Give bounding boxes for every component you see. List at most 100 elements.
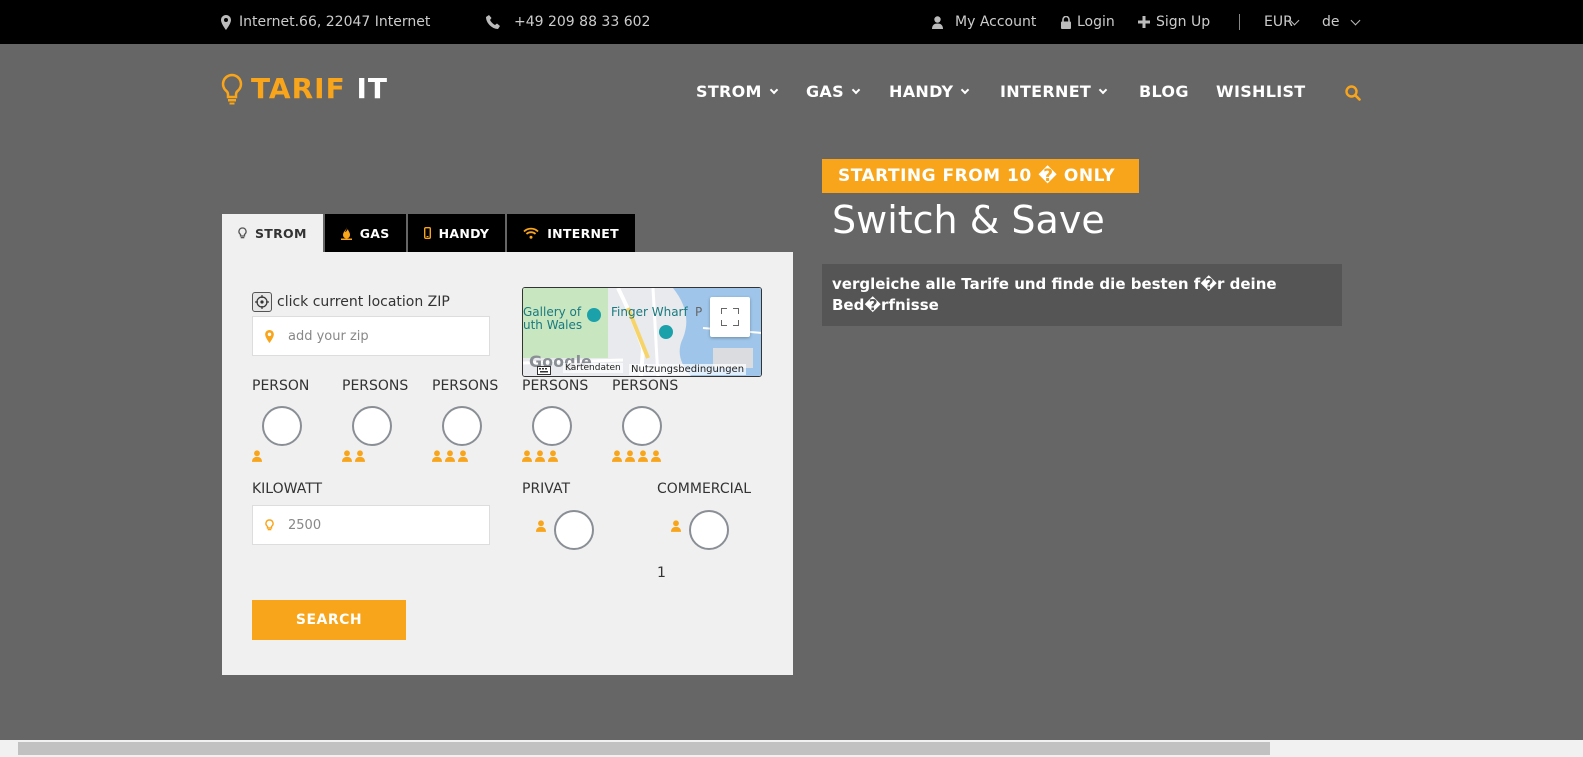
lock-icon [1061,15,1071,29]
map-label-gallery: Gallery of [523,305,582,319]
tab-strom[interactable]: STROM [222,214,323,252]
tab-handy[interactable]: HANDY [407,214,506,252]
scrollbar-thumb[interactable] [18,742,1270,755]
sign-up-link[interactable]: Sign Up [1138,14,1210,30]
currency-value: EUR [1264,14,1293,30]
hero-description-text: vergleiche alle Tarife und finde die bes… [832,275,1277,314]
user-icon [458,450,468,462]
search-icon[interactable] [1345,85,1361,101]
tab-handy-label: HANDY [438,225,490,241]
hero-description: vergleiche alle Tarife und finde die bes… [822,264,1342,326]
nav-wishlist-label: WISHLIST [1216,82,1306,101]
people-icons-4 [522,450,558,462]
phone-info: +49 209 88 33 602 [486,14,650,30]
map-label-p: P [695,305,703,319]
tab-gas-label: GAS [359,225,390,241]
flame-icon [340,226,352,240]
nav-gas-label: GAS [806,82,844,101]
nav-wishlist[interactable]: WISHLIST [1216,82,1306,101]
keyboard-icon [537,366,551,375]
nav-strom-label: STROM [696,82,762,101]
chevron-down-icon [1350,15,1360,25]
user-icon [548,450,558,462]
people-icons-2 [342,450,365,462]
login-link[interactable]: Login [1061,14,1115,30]
login-label: Login [1077,14,1115,30]
map-label-wharf: Finger Wharf [611,305,688,319]
user-icon [535,450,545,462]
currency-select[interactable]: EUR [1264,14,1300,30]
user-icon [932,15,943,29]
nav-blog[interactable]: BLOG [1139,82,1189,101]
my-account-label: My Account [955,14,1037,30]
person-5-radio[interactable] [622,406,662,446]
person-label-2: PERSONS [342,378,409,394]
price-badge: STARTING FROM 10 � ONLY [822,159,1139,193]
fullscreen-button[interactable] [710,297,750,337]
person-4-radio[interactable] [532,406,572,446]
zip-placeholder: add your zip [288,328,369,344]
wifi-icon [523,227,539,239]
kilowatt-label: KILOWATT [252,481,323,497]
strom-search-panel: click current location ZIP add your zip … [222,252,793,675]
user-icon [432,450,442,462]
kilowatt-input[interactable]: 2500 [252,505,490,545]
tab-internet[interactable]: INTERNET [507,214,635,252]
location-map[interactable]: Gallery of uth Wales Finger Wharf P Goog… [522,287,762,377]
address-info: Internet.66, 22047 Internet [221,14,430,30]
person-2-radio[interactable] [352,406,392,446]
person-3-radio[interactable] [442,406,482,446]
horizontal-scrollbar[interactable] [0,740,1583,757]
map-label-wales: uth Wales [523,318,583,332]
zip-input[interactable]: add your zip [252,316,490,356]
mobile-phone-icon [423,227,431,239]
commercial-label: COMMERCIAL [657,481,752,497]
user-icon [355,450,365,462]
user-icon [522,450,532,462]
user-icon [638,450,648,462]
person-1-radio[interactable] [262,406,302,446]
map-pin-icon [265,329,274,343]
nav-handy-label: HANDY [889,82,954,101]
phone-icon [486,15,500,29]
language-select[interactable]: de [1322,14,1360,30]
tab-internet-label: INTERNET [547,225,619,241]
nav-gas[interactable]: GAS [806,82,861,101]
tab-strom-label: STROM [255,225,307,241]
user-icon [445,450,455,462]
people-icons-5 [612,450,661,462]
topbar-divider [1239,14,1240,30]
user-icon [612,450,622,462]
chevron-down-icon [961,85,970,94]
locate-button[interactable] [252,292,272,312]
map-terms-link[interactable]: Nutzungsbedingungen [629,364,747,375]
user-icon [651,450,661,462]
privat-label: PRIVAT [522,481,571,497]
my-account-link[interactable]: My Account [932,14,1036,30]
commercial-radio[interactable] [689,510,729,550]
person-label-5: PERSONS [612,378,679,394]
plus-icon [1138,16,1150,28]
privat-radio[interactable] [554,510,594,550]
nav-strom[interactable]: STROM [696,82,779,101]
map-data-link[interactable]: Kartendaten [563,363,623,373]
location-label: click current location ZIP [277,294,450,310]
search-button[interactable]: SEARCH [252,600,406,640]
user-icon [625,450,635,462]
hero-title: Switch & Save [832,198,1105,242]
current-location-row: click current location ZIP [252,292,450,312]
nav-internet-label: INTERNET [1000,82,1092,101]
map-pin-icon [221,14,231,30]
tariff-tabs: STROM GAS HANDY INTERNET [222,214,637,252]
chevron-down-icon [851,85,861,94]
user-icon [342,450,352,462]
tab-gas[interactable]: GAS [324,214,406,252]
nav-blog-label: BLOG [1139,82,1189,101]
top-bar: Internet.66, 22047 Internet +49 209 88 3… [0,0,1583,44]
kilowatt-value: 2500 [288,517,322,533]
phone-text: +49 209 88 33 602 [514,14,651,30]
nav-internet[interactable]: INTERNET [1000,82,1108,101]
nav-handy[interactable]: HANDY [889,82,970,101]
crosshair-icon [255,295,269,309]
sign-up-label: Sign Up [1156,14,1211,30]
